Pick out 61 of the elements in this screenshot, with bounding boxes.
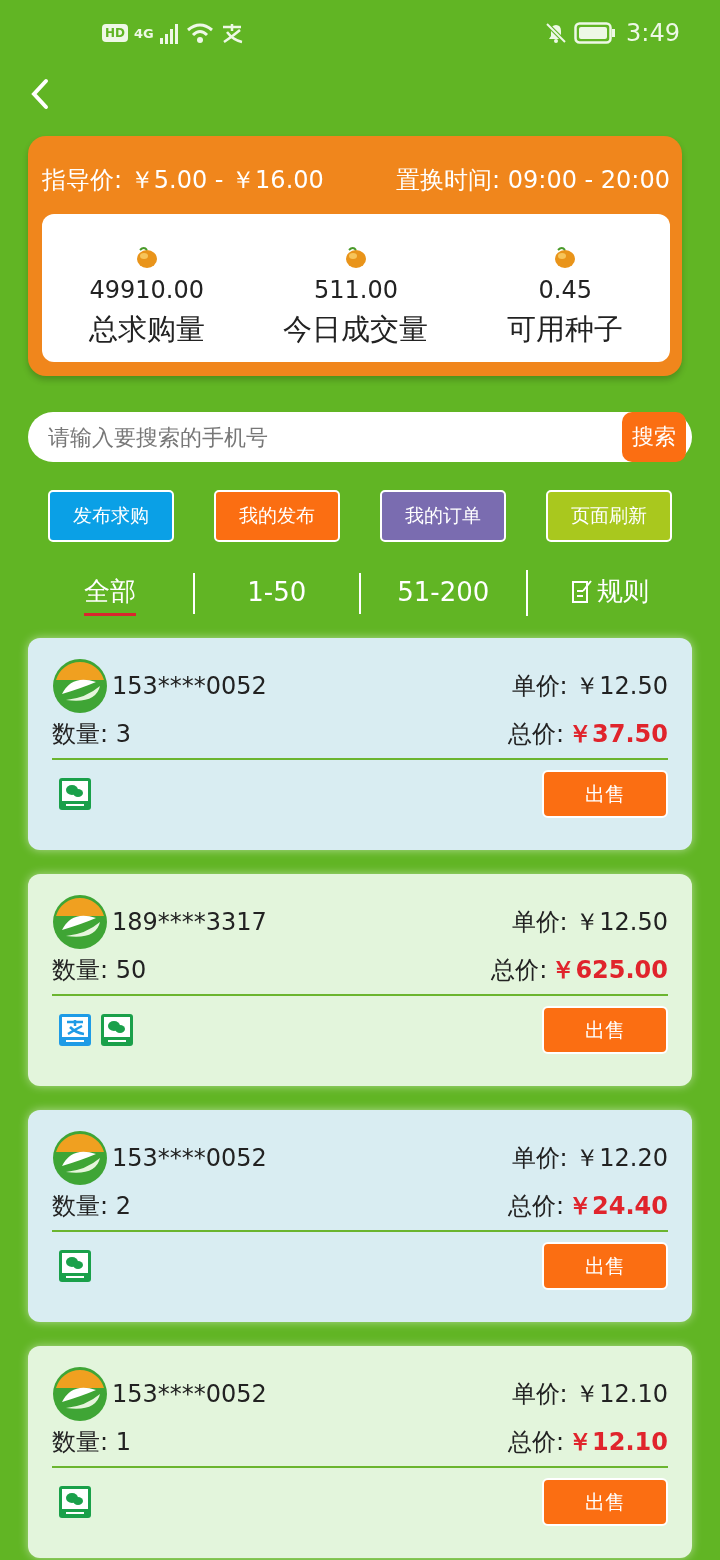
wifi-icon [185,22,214,45]
total-label: 总价: [491,955,548,986]
sell-button[interactable]: 出售 [542,1242,668,1290]
stat-value: 49910.00 [89,276,204,304]
quantity: 数量: 50 [52,955,147,986]
total-label: 总价: [508,719,565,750]
total-label: 总价: [508,1191,565,1222]
filter-tab[interactable]: 1-50 [247,572,307,614]
quantity: 数量: 2 [52,1191,131,1222]
total-price: ￥37.50 [568,719,668,750]
seed-icon [343,244,369,270]
action-button[interactable]: 发布求购 [48,490,174,542]
signal-icon [159,22,180,45]
unit-price: 单价: ￥12.50 [511,671,668,702]
action-button[interactable]: 页面刷新 [546,490,672,542]
sell-button[interactable]: 出售 [542,770,668,818]
stat-label: 可用种子 [507,311,624,348]
filter-tab[interactable]: 51-200 [397,572,490,614]
total-price: ￥24.40 [568,1191,668,1222]
stat-value: 511.00 [314,276,398,304]
total-label: 总价: [508,1427,565,1458]
edit-note-icon [570,578,595,605]
phone-number: 153****0052 [112,1144,267,1172]
total-price: ￥625.00 [551,955,668,986]
total-price: ￥12.10 [568,1427,668,1458]
search-field[interactable]: 请输入要搜索的手机号 搜索 [28,412,692,462]
quantity: 数量: 3 [52,719,131,750]
exchange-time: 置换时间: 09:00 - 20:00 [396,165,670,196]
phone-number: 153****0052 [112,1380,267,1408]
sell-button[interactable]: 出售 [542,1006,668,1054]
bell-muted-icon [544,21,569,46]
search-button[interactable]: 搜索 [622,412,686,462]
sell-button[interactable]: 出售 [542,1478,668,1526]
phone-number: 189****3317 [112,908,267,936]
wechat-pay-icon [58,777,92,811]
filter-tab[interactable]: 全部 [84,570,137,616]
alipay-icon [58,1013,92,1047]
logo-icon [52,894,108,950]
hd-indicator: HD [102,24,128,43]
phone-number: 153****0052 [112,672,267,700]
action-button[interactable]: 我的订单 [380,490,506,542]
logo-icon [52,1366,108,1422]
logo-icon [52,658,108,714]
stat-label: 总求购量 [88,311,205,348]
quantity: 数量: 1 [52,1427,131,1458]
clock-time: 3:49 [626,19,680,48]
guide-price: 指导价: ￥5.00 - ￥16.00 [42,165,324,196]
network-type: 4G [134,25,154,41]
stat-label: 今日成交量 [283,311,429,348]
unit-price: 单价: ￥12.20 [511,1143,668,1174]
wechat-pay-icon [100,1013,134,1047]
logo-icon [52,1130,108,1186]
battery-icon [574,22,617,45]
wechat-pay-icon [58,1485,92,1519]
unit-price: 单价: ￥12.50 [511,907,668,938]
back-icon[interactable] [30,78,50,111]
unit-price: 单价: ￥12.10 [511,1379,668,1410]
filter-tab[interactable]: 规则 [570,570,649,616]
stat-value: 0.45 [538,276,593,304]
action-button[interactable]: 我的发布 [214,490,340,542]
wechat-pay-icon [58,1249,92,1283]
